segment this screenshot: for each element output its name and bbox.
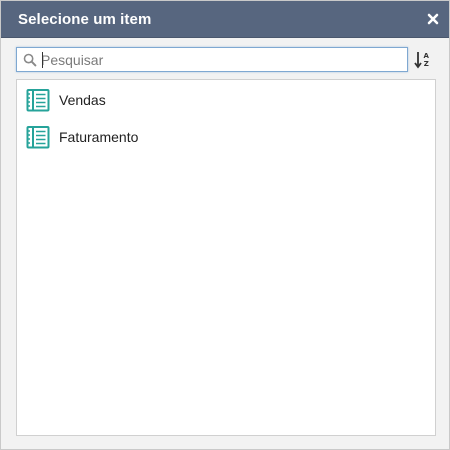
list-item-label: Faturamento bbox=[59, 129, 139, 145]
ledger-book-icon bbox=[26, 88, 50, 112]
select-item-dialog: Selecione um item A Z bbox=[0, 0, 450, 450]
svg-text:A: A bbox=[424, 52, 430, 60]
list-item[interactable]: Faturamento bbox=[17, 122, 435, 152]
dialog-titlebar: Selecione um item bbox=[1, 1, 449, 38]
search-input[interactable] bbox=[41, 50, 401, 69]
close-icon[interactable] bbox=[426, 12, 440, 26]
list-item[interactable]: Vendas bbox=[17, 85, 435, 115]
dialog-title: Selecione um item bbox=[18, 11, 152, 28]
list-item-label: Vendas bbox=[59, 92, 106, 108]
search-icon bbox=[23, 53, 37, 67]
items-list: Vendas Faturamento bbox=[16, 79, 436, 436]
text-caret bbox=[42, 52, 43, 68]
ledger-book-icon bbox=[26, 125, 50, 149]
sort-alpha-asc-icon[interactable]: A Z bbox=[413, 49, 433, 71]
svg-text:Z: Z bbox=[424, 60, 429, 68]
search-field[interactable] bbox=[16, 47, 408, 72]
